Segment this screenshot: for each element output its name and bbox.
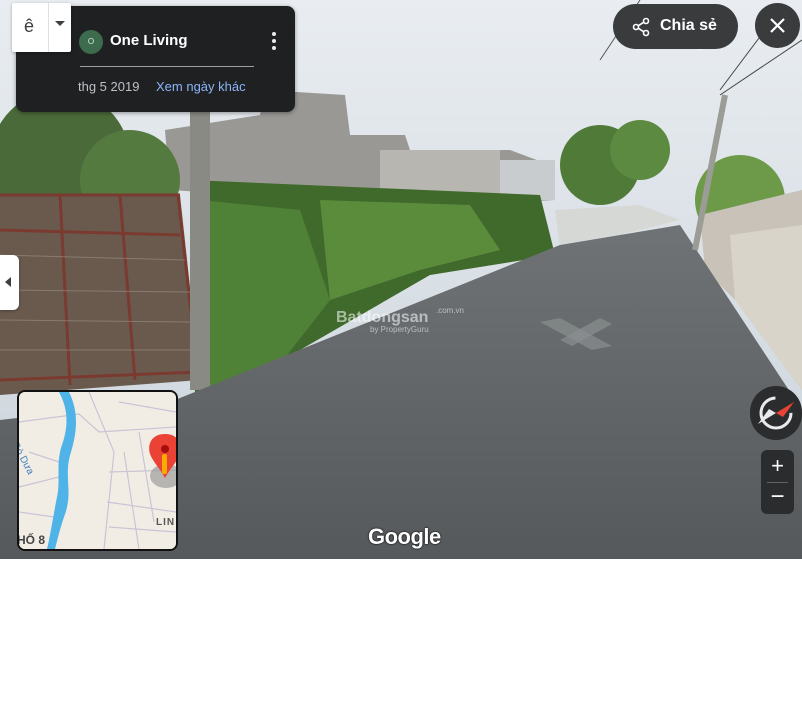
kebab-menu-icon[interactable] [262, 26, 286, 56]
zoom-out-button[interactable]: − [761, 482, 794, 514]
layer-dropdown-control[interactable]: ê [12, 3, 71, 52]
share-icon [632, 17, 650, 37]
minimap-map[interactable] [19, 392, 176, 549]
layer-glyph: ê [24, 16, 35, 36]
street-view-viewer[interactable]: Batdongsan .com.vn by PropertyGuru Batdo… [0, 0, 802, 559]
minimap-road-label: LIN [156, 517, 176, 528]
close-icon [770, 18, 785, 33]
place-logo-icon: O [79, 30, 103, 54]
share-button[interactable]: Chia sẻ [613, 4, 738, 49]
compass-button[interactable] [750, 386, 802, 440]
batdongsan-watermark: Batdongsan .com.vn by PropertyGuru [336, 306, 464, 334]
see-other-dates-link[interactable]: Xem ngày khác [156, 79, 246, 94]
zoom-in-button[interactable]: + [761, 450, 794, 482]
close-button[interactable] [755, 3, 800, 48]
compass-icon [758, 396, 794, 430]
control-divider [48, 3, 49, 52]
google-logo: Google [368, 524, 441, 549]
capture-date: thg 5 2019 [78, 79, 140, 94]
place-name[interactable]: One Living [110, 32, 188, 49]
minimap[interactable]: Gò Dưa HỐ 8 LIN [17, 390, 178, 551]
card-divider [80, 66, 254, 67]
dropdown-caret-icon[interactable] [55, 21, 65, 26]
share-label: Chia sẻ [660, 17, 717, 34]
watermark-brand: Batdongsan [336, 309, 429, 326]
zoom-control: + − [761, 450, 794, 514]
blank-area-below-viewer [0, 559, 802, 717]
collapse-arrow-icon [5, 277, 11, 287]
collapse-panel-button[interactable] [0, 255, 19, 310]
minimap-district-label: HỐ 8 [17, 533, 46, 547]
watermark-sub: by PropertyGuru [370, 325, 429, 334]
watermark-domain: .com.vn [436, 306, 465, 315]
